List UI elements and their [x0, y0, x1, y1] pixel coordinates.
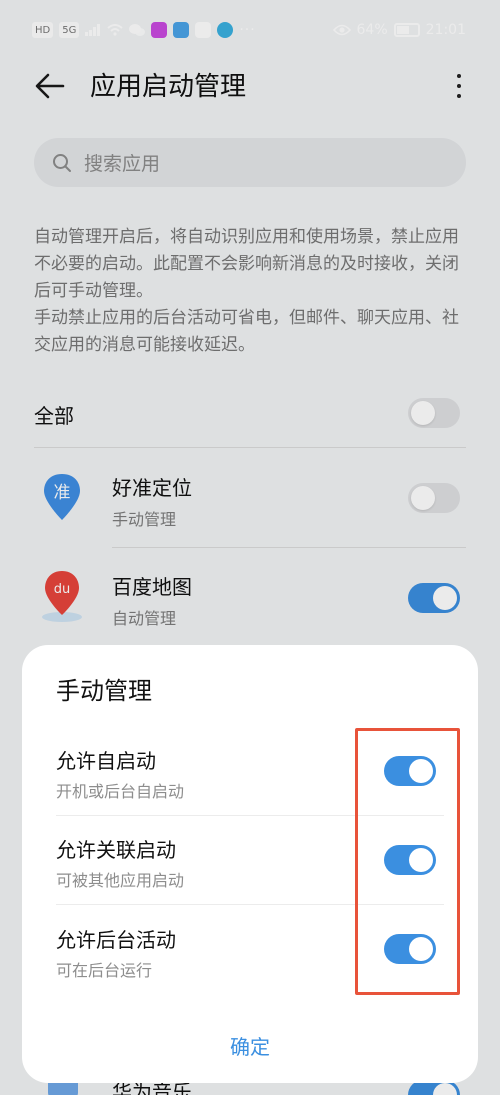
option-label: 允许自启动: [56, 749, 156, 773]
option-sub: 可在后台运行: [56, 961, 153, 980]
app-launch-screen: HD 5G ··· 64% 21:01 应用启动管理 搜索应用 自动管理开启后，…: [0, 0, 500, 1095]
dialog-title: 手动管理: [56, 677, 152, 705]
option-sub: 开机或后台自启动: [56, 782, 185, 801]
manual-manage-dialog: 手动管理 允许自启动 开机或后台自启动 允许关联启动 可被其他应用启动 允许后台…: [22, 645, 478, 1083]
option-label: 允许后台活动: [56, 928, 176, 952]
confirm-button[interactable]: 确定: [150, 1023, 350, 1067]
highlight-box: [355, 728, 460, 995]
option-sub: 可被其他应用启动: [56, 871, 185, 890]
option-label: 允许关联启动: [56, 838, 176, 862]
